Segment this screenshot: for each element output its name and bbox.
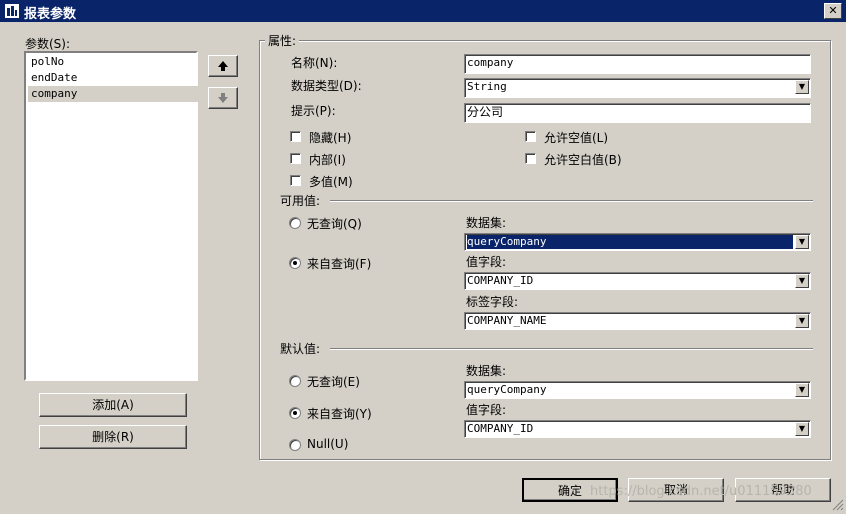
name-label: 名称(N): xyxy=(291,56,338,70)
internal-label: 内部(I) xyxy=(309,153,346,167)
chevron-down-icon[interactable]: ▼ xyxy=(795,274,809,288)
internal-checkbox[interactable] xyxy=(290,153,301,164)
available-no-query-radio[interactable] xyxy=(289,217,301,229)
list-item[interactable]: endDate xyxy=(28,70,198,86)
title-bar xyxy=(0,0,846,22)
available-label-field-value: COMPANY_NAME xyxy=(467,314,547,327)
hidden-checkbox[interactable] xyxy=(290,131,301,142)
allow-null-checkbox[interactable] xyxy=(525,131,536,142)
default-from-query-label: 来自查询(Y) xyxy=(307,407,372,421)
params-list[interactable]: polNo endDate company xyxy=(24,51,198,381)
chevron-down-icon[interactable]: ▼ xyxy=(795,422,809,436)
available-dataset-value: queryCompany xyxy=(467,235,793,249)
delete-button[interactable]: 删除(R) xyxy=(39,425,187,449)
available-dataset-label: 数据集: xyxy=(466,216,507,230)
resize-grip[interactable] xyxy=(830,497,844,511)
default-value-field-label: 值字段: xyxy=(466,403,507,417)
default-dataset-select[interactable]: queryCompany ▼ xyxy=(464,381,811,399)
default-dataset-label: 数据集: xyxy=(466,364,507,378)
available-from-query-radio[interactable] xyxy=(289,257,301,269)
move-up-button[interactable] xyxy=(208,55,238,77)
multi-value-checkbox[interactable] xyxy=(290,175,301,186)
default-null-label: Null(U) xyxy=(307,437,349,451)
available-value-field-value: COMPANY_ID xyxy=(467,274,534,287)
available-no-query-label: 无查询(Q) xyxy=(307,217,362,231)
divider xyxy=(330,348,813,350)
data-type-value: String xyxy=(467,80,507,93)
chevron-down-icon[interactable]: ▼ xyxy=(795,235,809,249)
allow-blank-checkbox[interactable] xyxy=(525,153,536,164)
available-value-field-label: 值字段: xyxy=(466,255,507,269)
available-values-label: 可用值: xyxy=(280,194,321,208)
default-value-field-select[interactable]: COMPANY_ID ▼ xyxy=(464,420,811,438)
default-from-query-radio[interactable] xyxy=(289,407,301,419)
window-title: 报表参数 xyxy=(24,7,77,22)
allow-null-label: 允许空值(L) xyxy=(544,131,609,145)
arrow-down-icon xyxy=(218,93,228,103)
properties-group-label: 属性: xyxy=(265,32,300,49)
data-type-select[interactable]: String ▼ xyxy=(464,78,811,98)
available-label-field-label: 标签字段: xyxy=(466,295,519,309)
available-label-field-select[interactable]: COMPANY_NAME ▼ xyxy=(464,312,811,330)
multi-value-label: 多值(M) xyxy=(309,175,353,189)
default-no-query-label: 无查询(E) xyxy=(307,375,360,389)
default-value-field-value: COMPANY_ID xyxy=(467,422,534,435)
close-button[interactable]: ✕ xyxy=(824,3,842,19)
add-button[interactable]: 添加(A) xyxy=(39,393,187,417)
chevron-down-icon[interactable]: ▼ xyxy=(795,314,809,328)
chevron-down-icon[interactable]: ▼ xyxy=(795,383,809,397)
list-item-selected[interactable]: company xyxy=(28,86,198,102)
data-type-label: 数据类型(D): xyxy=(291,79,362,93)
default-no-query-radio[interactable] xyxy=(289,375,301,387)
default-dataset-value: queryCompany xyxy=(467,383,547,396)
divider xyxy=(330,200,813,202)
available-from-query-label: 来自查询(F) xyxy=(307,257,372,271)
default-null-radio[interactable] xyxy=(289,439,301,451)
available-value-field-select[interactable]: COMPANY_ID ▼ xyxy=(464,272,811,290)
allow-blank-label: 允许空白值(B) xyxy=(544,153,622,167)
hidden-label: 隐藏(H) xyxy=(309,131,352,145)
name-field[interactable]: company xyxy=(464,54,811,74)
prompt-label: 提示(P): xyxy=(291,104,336,118)
list-item[interactable]: polNo xyxy=(28,54,198,70)
watermark: https://blog.csdn.net/u011159380 xyxy=(590,484,812,499)
available-dataset-select[interactable]: queryCompany ▼ xyxy=(464,233,811,251)
chevron-down-icon[interactable]: ▼ xyxy=(795,80,809,94)
arrow-up-icon xyxy=(218,61,228,71)
prompt-field[interactable]: 分公司 xyxy=(464,103,811,123)
default-values-label: 默认值: xyxy=(280,342,321,356)
move-down-button[interactable] xyxy=(208,87,238,109)
close-icon[interactable]: ✕ xyxy=(828,4,837,17)
app-icon xyxy=(4,3,20,19)
params-label: 参数(S): xyxy=(25,37,71,51)
